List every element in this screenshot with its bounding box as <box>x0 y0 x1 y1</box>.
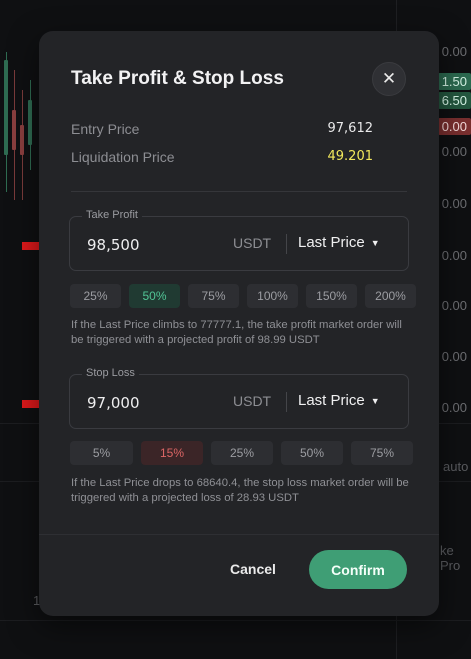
stop-loss-unit: USDT <box>233 393 272 409</box>
section-divider <box>71 191 407 192</box>
take-profit-tab-edge[interactable]: ke Pro <box>440 543 471 573</box>
footer-divider <box>39 534 439 535</box>
sl-chip-5[interactable]: 5% <box>70 441 133 465</box>
take-profit-input[interactable]: 98,500 <box>87 236 140 254</box>
take-profit-percent-chips: 25% 50% 75% 100% 150% 200% <box>70 284 416 308</box>
price-axis-label: 0.00 <box>441 144 467 159</box>
price-axis-label: 0.00 <box>441 196 467 211</box>
stop-loss-legend: Stop Loss <box>82 367 139 379</box>
confirm-button[interactable]: Confirm <box>309 550 407 589</box>
tp-chip-200[interactable]: 200% <box>365 284 416 308</box>
sl-chip-50[interactable]: 50% <box>281 441 343 465</box>
price-axis-label: 0.00 <box>441 400 467 415</box>
stop-loss-trigger-label: Last Price <box>298 392 365 409</box>
price-axis-label: 0.00 <box>441 349 467 364</box>
take-profit-legend: Take Profit <box>82 209 142 221</box>
stop-loss-trigger-select[interactable]: Last Price ▼ <box>298 392 380 409</box>
price-axis-label: 0.00 <box>441 298 467 313</box>
tp-chip-75[interactable]: 75% <box>188 284 239 308</box>
take-profit-hint: If the Last Price climbs to 77777.1, the… <box>71 319 402 346</box>
price-tag-green: 6.50 <box>437 92 471 109</box>
close-icon: ✕ <box>381 69 397 88</box>
tp-chip-50[interactable]: 50% <box>129 284 180 308</box>
cancel-button[interactable]: Cancel <box>230 561 276 577</box>
entry-price-row: Entry Price 97,612 <box>71 121 373 137</box>
sl-chip-15[interactable]: 15% <box>141 441 203 465</box>
price-tag-green: 1.50 <box>437 73 471 90</box>
price-axis-label: 0.00 <box>441 248 467 263</box>
sl-chip-75[interactable]: 75% <box>351 441 413 465</box>
entry-price-label: Entry Price <box>71 121 140 137</box>
stop-loss-input[interactable]: 97,000 <box>87 394 140 412</box>
candle <box>20 125 24 155</box>
caret-down-icon: ▼ <box>370 237 380 248</box>
caret-down-icon: ▼ <box>370 395 380 406</box>
take-profit-trigger-label: Last Price <box>298 234 365 251</box>
entry-price-value: 97,612 <box>327 121 374 136</box>
close-button[interactable]: ✕ <box>372 62 406 96</box>
stop-loss-hint: If the Last Price drops to 68640.4, the … <box>71 477 409 504</box>
auto-scale-toggle[interactable]: auto <box>443 459 468 474</box>
candle <box>12 110 16 150</box>
candle <box>28 100 32 145</box>
price-axis-label: 0.00 <box>441 44 467 59</box>
chart-gridline <box>0 620 471 621</box>
liquidation-price-label: Liquidation Price <box>71 149 175 165</box>
take-profit-field[interactable]: Take Profit 98,500 USDT Last Price ▼ <box>69 209 409 271</box>
field-separator <box>286 392 287 412</box>
stop-loss-percent-chips: 5% 15% 25% 50% 75% <box>70 441 413 465</box>
price-tag-red: 0.00 <box>437 118 471 135</box>
stop-loss-field[interactable]: Stop Loss 97,000 USDT Last Price ▼ <box>69 367 409 429</box>
field-separator <box>286 234 287 254</box>
sl-chip-25[interactable]: 25% <box>211 441 273 465</box>
liquidation-price-row: Liquidation Price 49.201 <box>71 149 373 165</box>
tp-chip-100[interactable]: 100% <box>247 284 298 308</box>
liquidation-price-value: 49.201 <box>327 149 374 164</box>
candle <box>4 60 8 155</box>
take-profit-trigger-select[interactable]: Last Price ▼ <box>298 234 380 251</box>
tp-chip-25[interactable]: 25% <box>70 284 121 308</box>
tp-sl-modal: Take Profit & Stop Loss ✕ Entry Price 97… <box>39 31 439 616</box>
tp-chip-150[interactable]: 150% <box>306 284 357 308</box>
take-profit-unit: USDT <box>233 235 272 251</box>
modal-title: Take Profit & Stop Loss <box>71 68 284 89</box>
